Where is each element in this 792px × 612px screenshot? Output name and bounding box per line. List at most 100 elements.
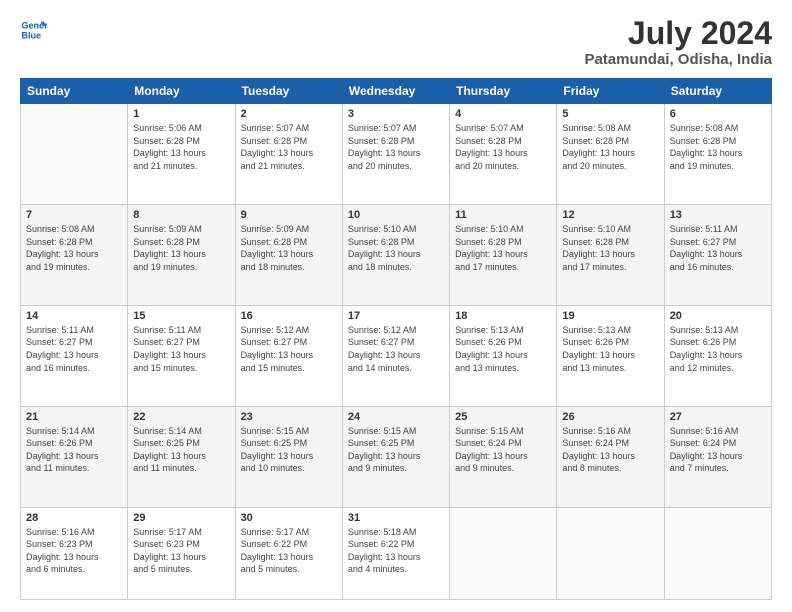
day-header-sunday: Sunday bbox=[21, 79, 128, 104]
day-info: Sunrise: 5:15 AM Sunset: 6:25 PM Dayligh… bbox=[348, 425, 444, 475]
calendar-header-row: SundayMondayTuesdayWednesdayThursdayFrid… bbox=[21, 79, 772, 104]
calendar-table: SundayMondayTuesdayWednesdayThursdayFrid… bbox=[20, 78, 772, 600]
day-number: 19 bbox=[562, 310, 658, 322]
day-number: 16 bbox=[241, 310, 337, 322]
calendar-cell: 10 Sunrise: 5:10 AM Sunset: 6:28 PM Dayli… bbox=[342, 205, 449, 306]
day-number: 23 bbox=[241, 411, 337, 423]
calendar-cell bbox=[21, 104, 128, 205]
day-info: Sunrise: 5:08 AM Sunset: 6:28 PM Dayligh… bbox=[26, 223, 122, 273]
day-info: Sunrise: 5:14 AM Sunset: 6:26 PM Dayligh… bbox=[26, 425, 122, 475]
day-info: Sunrise: 5:15 AM Sunset: 6:24 PM Dayligh… bbox=[455, 425, 551, 475]
day-number: 4 bbox=[455, 108, 551, 120]
calendar-cell: 1 Sunrise: 5:06 AM Sunset: 6:28 PM Daylig… bbox=[128, 104, 235, 205]
calendar-week-1: 1 Sunrise: 5:06 AM Sunset: 6:28 PM Daylig… bbox=[21, 104, 772, 205]
calendar-cell bbox=[664, 507, 771, 600]
calendar-cell: 13 Sunrise: 5:11 AM Sunset: 6:27 PM Dayli… bbox=[664, 205, 771, 306]
logo: General Blue bbox=[20, 16, 48, 44]
calendar-cell: 3 Sunrise: 5:07 AM Sunset: 6:28 PM Daylig… bbox=[342, 104, 449, 205]
calendar-cell: 5Sunrise: 5:08 AM Sunset: 6:28 PM Daylig… bbox=[557, 104, 664, 205]
day-number: 29 bbox=[133, 512, 229, 524]
day-number: 2 bbox=[241, 108, 337, 120]
day-number: 13 bbox=[670, 209, 766, 221]
page: General Blue July 2024 Patamundai, Odish… bbox=[0, 0, 792, 612]
day-number: 20 bbox=[670, 310, 766, 322]
day-number: 21 bbox=[26, 411, 122, 423]
day-info: Sunrise: 5:10 AM Sunset: 6:28 PM Dayligh… bbox=[348, 223, 444, 273]
calendar-week-3: 14 Sunrise: 5:11 AM Sunset: 6:27 PM Dayli… bbox=[21, 305, 772, 406]
calendar-cell: 6 Sunrise: 5:08 AM Sunset: 6:28 PM Daylig… bbox=[664, 104, 771, 205]
day-info: Sunrise: 5:17 AM Sunset: 6:23 PM Dayligh… bbox=[133, 526, 229, 576]
calendar-cell bbox=[557, 507, 664, 600]
calendar-cell: 30 Sunrise: 5:17 AM Sunset: 6:22 PM Dayli… bbox=[235, 507, 342, 600]
calendar-cell: 14Sunrise: 5:11 AM Sunset: 6:27 PM Dayli… bbox=[21, 305, 128, 406]
day-number: 24 bbox=[348, 411, 444, 423]
calendar-cell bbox=[450, 507, 557, 600]
day-number: 1 bbox=[133, 108, 229, 120]
day-number: 9 bbox=[241, 209, 337, 221]
day-info: Sunrise: 5:15 AM Sunset: 6:25 PM Dayligh… bbox=[241, 425, 337, 475]
day-info: Sunrise: 5:18 AM Sunset: 6:22 PM Dayligh… bbox=[348, 526, 444, 576]
calendar-cell: 27Sunrise: 5:16 AM Sunset: 6:24 PM Dayli… bbox=[664, 406, 771, 507]
calendar-cell: 21 Sunrise: 5:14 AM Sunset: 6:26 PM Dayli… bbox=[21, 406, 128, 507]
day-info: Sunrise: 5:14 AM Sunset: 6:25 PM Dayligh… bbox=[133, 425, 229, 475]
day-info: Sunrise: 5:11 AM Sunset: 6:27 PM Dayligh… bbox=[133, 324, 229, 374]
day-info: Sunrise: 5:17 AM Sunset: 6:22 PM Dayligh… bbox=[241, 526, 337, 576]
day-info: Sunrise: 5:07 AM Sunset: 6:28 PM Dayligh… bbox=[241, 122, 337, 172]
day-number: 3 bbox=[348, 108, 444, 120]
calendar-cell: 8 Sunrise: 5:09 AM Sunset: 6:28 PM Daylig… bbox=[128, 205, 235, 306]
day-header-thursday: Thursday bbox=[450, 79, 557, 104]
calendar-cell: 23 Sunrise: 5:15 AM Sunset: 6:25 PM Dayli… bbox=[235, 406, 342, 507]
location: Patamundai, Odisha, India bbox=[584, 51, 772, 68]
day-number: 26 bbox=[562, 411, 658, 423]
day-number: 14 bbox=[26, 310, 122, 322]
calendar-cell: 26Sunrise: 5:16 AM Sunset: 6:24 PM Dayli… bbox=[557, 406, 664, 507]
day-info: Sunrise: 5:07 AM Sunset: 6:28 PM Dayligh… bbox=[348, 122, 444, 172]
day-header-friday: Friday bbox=[557, 79, 664, 104]
day-header-monday: Monday bbox=[128, 79, 235, 104]
day-number: 11 bbox=[455, 209, 551, 221]
day-info: Sunrise: 5:09 AM Sunset: 6:28 PM Dayligh… bbox=[133, 223, 229, 273]
day-header-saturday: Saturday bbox=[664, 79, 771, 104]
day-number: 6 bbox=[670, 108, 766, 120]
day-info: Sunrise: 5:12 AM Sunset: 6:27 PM Dayligh… bbox=[348, 324, 444, 374]
calendar-cell: 2 Sunrise: 5:07 AM Sunset: 6:28 PM Daylig… bbox=[235, 104, 342, 205]
day-number: 10 bbox=[348, 209, 444, 221]
calendar-cell: 25Sunrise: 5:15 AM Sunset: 6:24 PM Dayli… bbox=[450, 406, 557, 507]
day-number: 17 bbox=[348, 310, 444, 322]
calendar-cell: 18Sunrise: 5:13 AM Sunset: 6:26 PM Dayli… bbox=[450, 305, 557, 406]
day-number: 7 bbox=[26, 209, 122, 221]
day-header-tuesday: Tuesday bbox=[235, 79, 342, 104]
day-info: Sunrise: 5:08 AM Sunset: 6:28 PM Dayligh… bbox=[670, 122, 766, 172]
calendar-cell: 31 Sunrise: 5:18 AM Sunset: 6:22 PM Dayli… bbox=[342, 507, 449, 600]
calendar-week-4: 21 Sunrise: 5:14 AM Sunset: 6:26 PM Dayli… bbox=[21, 406, 772, 507]
calendar-cell: 15 Sunrise: 5:11 AM Sunset: 6:27 PM Dayli… bbox=[128, 305, 235, 406]
calendar-cell: 7 Sunrise: 5:08 AM Sunset: 6:28 PM Daylig… bbox=[21, 205, 128, 306]
day-info: Sunrise: 5:13 AM Sunset: 6:26 PM Dayligh… bbox=[562, 324, 658, 374]
day-number: 15 bbox=[133, 310, 229, 322]
day-number: 28 bbox=[26, 512, 122, 524]
calendar-cell: 20Sunrise: 5:13 AM Sunset: 6:26 PM Dayli… bbox=[664, 305, 771, 406]
day-info: Sunrise: 5:10 AM Sunset: 6:28 PM Dayligh… bbox=[455, 223, 551, 273]
day-number: 8 bbox=[133, 209, 229, 221]
day-info: Sunrise: 5:16 AM Sunset: 6:24 PM Dayligh… bbox=[670, 425, 766, 475]
title-block: July 2024 Patamundai, Odisha, India bbox=[584, 16, 772, 68]
calendar-cell: 22 Sunrise: 5:14 AM Sunset: 6:25 PM Dayli… bbox=[128, 406, 235, 507]
day-number: 30 bbox=[241, 512, 337, 524]
day-info: Sunrise: 5:16 AM Sunset: 6:23 PM Dayligh… bbox=[26, 526, 122, 576]
calendar-cell: 4Sunrise: 5:07 AM Sunset: 6:28 PM Daylig… bbox=[450, 104, 557, 205]
day-info: Sunrise: 5:11 AM Sunset: 6:27 PM Dayligh… bbox=[670, 223, 766, 273]
day-number: 22 bbox=[133, 411, 229, 423]
day-info: Sunrise: 5:13 AM Sunset: 6:26 PM Dayligh… bbox=[455, 324, 551, 374]
header: General Blue July 2024 Patamundai, Odish… bbox=[20, 16, 772, 68]
day-header-wednesday: Wednesday bbox=[342, 79, 449, 104]
svg-text:Blue: Blue bbox=[21, 30, 41, 40]
logo-icon: General Blue bbox=[20, 16, 48, 44]
calendar-cell: 17 Sunrise: 5:12 AM Sunset: 6:27 PM Dayli… bbox=[342, 305, 449, 406]
calendar-cell: 11 Sunrise: 5:10 AM Sunset: 6:28 PM Dayli… bbox=[450, 205, 557, 306]
day-info: Sunrise: 5:09 AM Sunset: 6:28 PM Dayligh… bbox=[241, 223, 337, 273]
calendar-cell: 29 Sunrise: 5:17 AM Sunset: 6:23 PM Dayli… bbox=[128, 507, 235, 600]
calendar-week-2: 7 Sunrise: 5:08 AM Sunset: 6:28 PM Daylig… bbox=[21, 205, 772, 306]
day-info: Sunrise: 5:06 AM Sunset: 6:28 PM Dayligh… bbox=[133, 122, 229, 172]
day-number: 31 bbox=[348, 512, 444, 524]
day-number: 5 bbox=[562, 108, 658, 120]
